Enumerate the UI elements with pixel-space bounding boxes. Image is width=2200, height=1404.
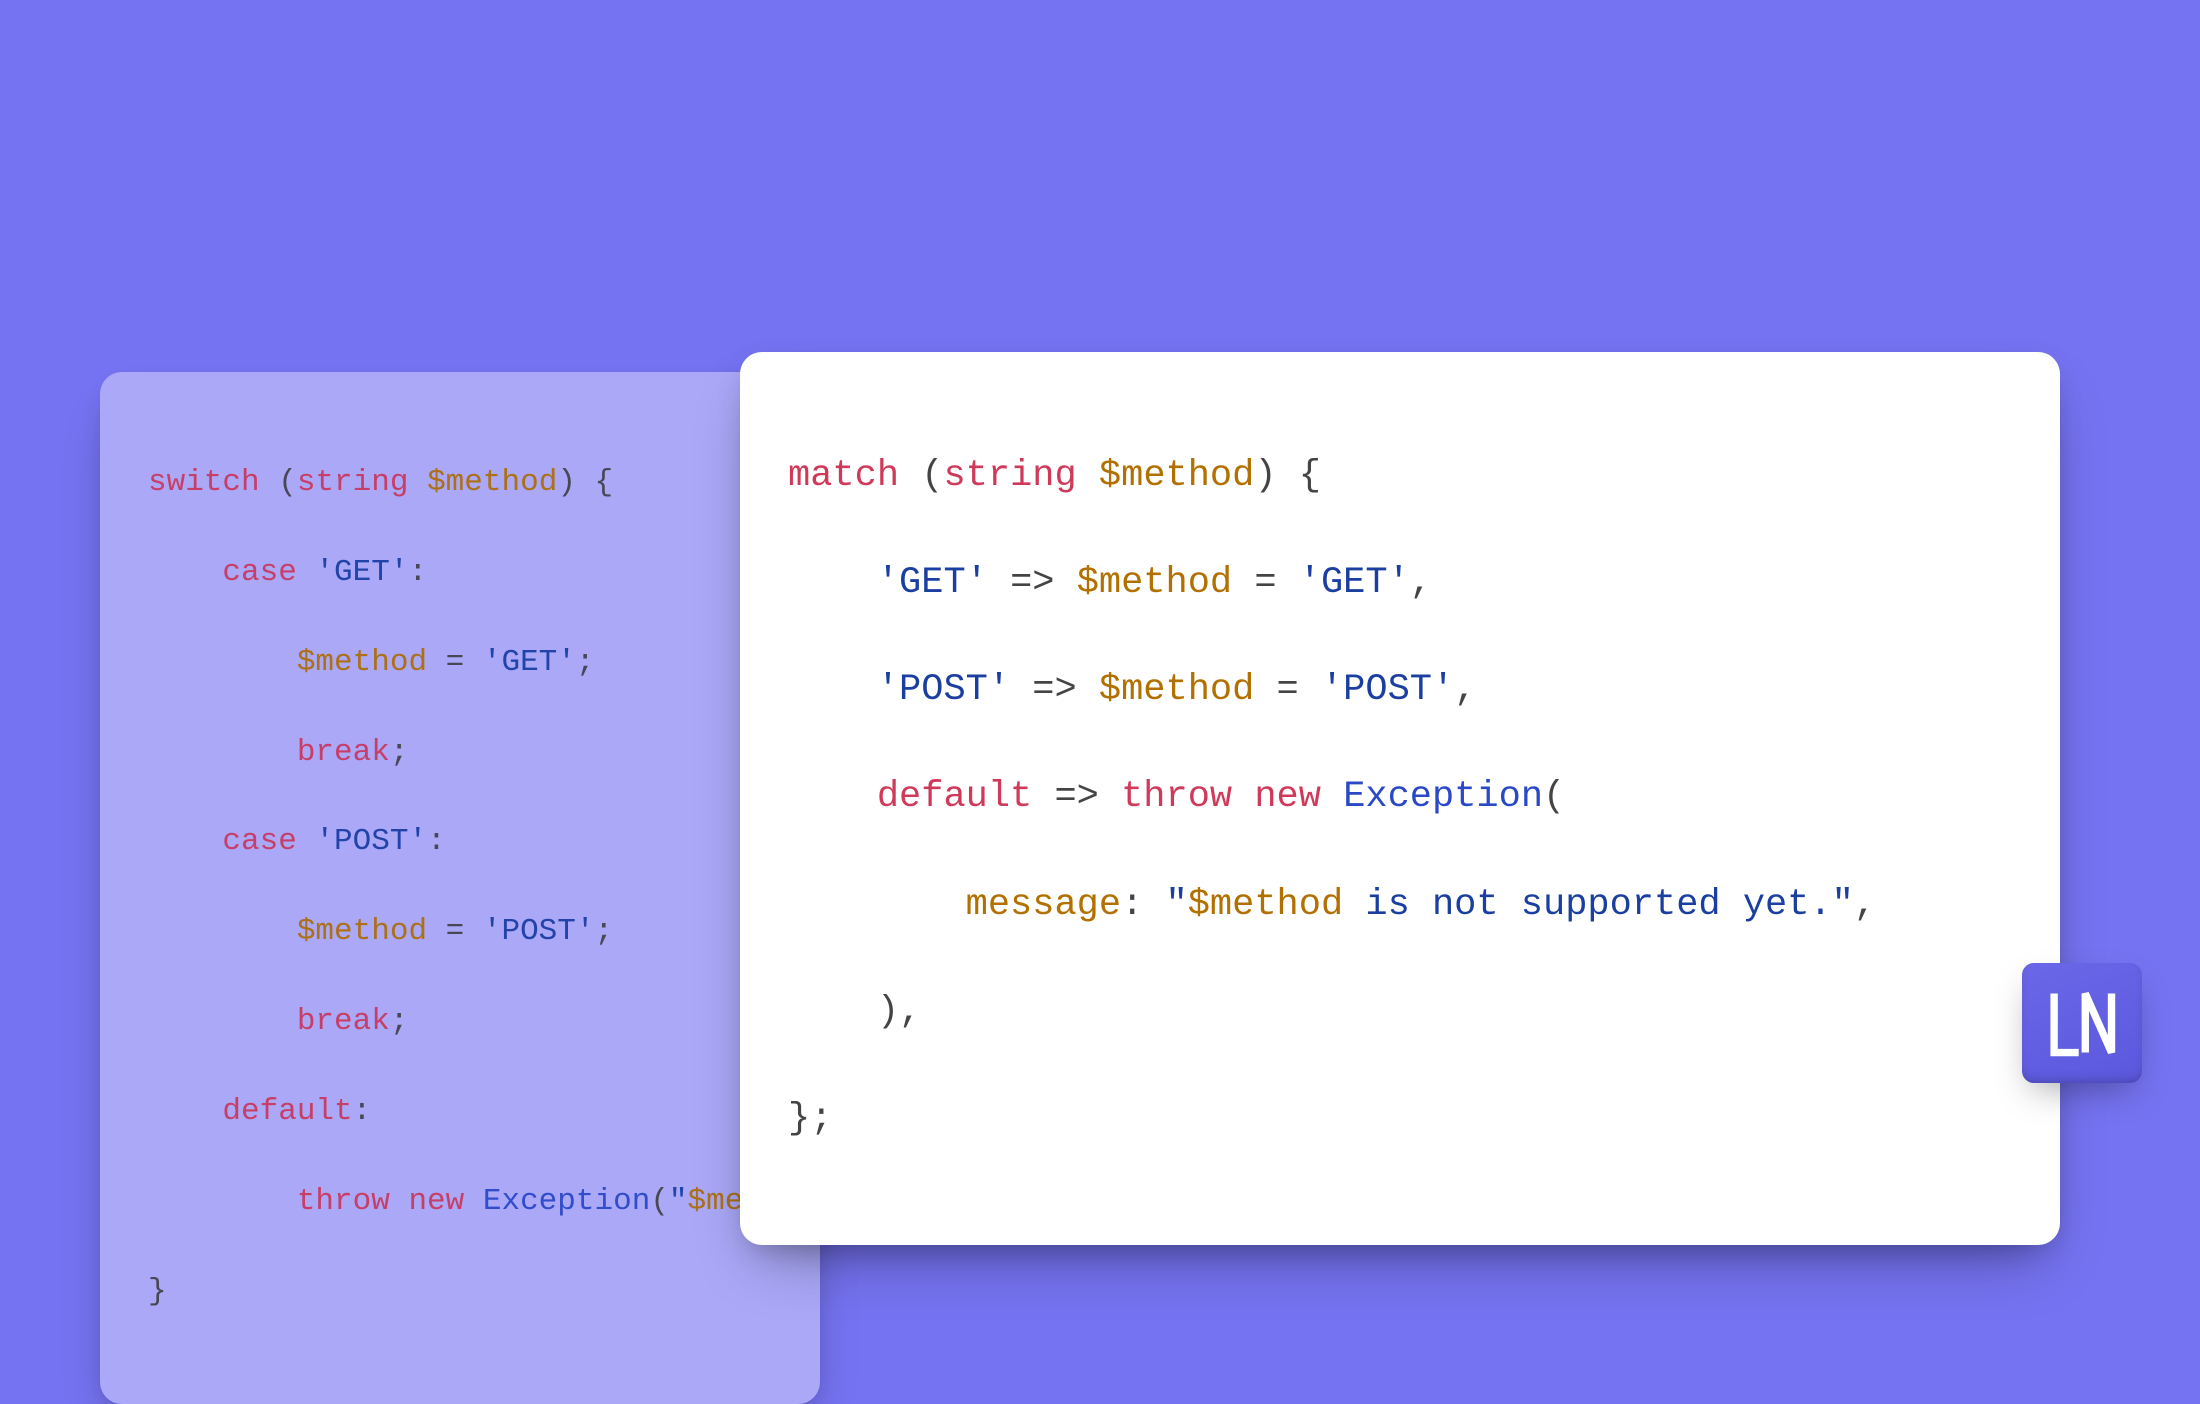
paren-open: (: [899, 455, 943, 497]
keyword-case: case: [222, 555, 296, 590]
code-line: switch (string $method) {: [148, 461, 772, 506]
variable-method: $method: [1099, 455, 1254, 497]
code-line: throw new Exception("$met: [148, 1180, 772, 1225]
variable-method-interp: $method: [1188, 884, 1343, 926]
string-get: 'GET': [1299, 562, 1410, 604]
keyword-throw: throw: [297, 1184, 390, 1219]
code-line: default:: [148, 1090, 772, 1135]
arrow-op: =>: [988, 562, 1077, 604]
keyword-new: new: [408, 1184, 464, 1219]
variable-method: $method: [427, 465, 557, 500]
code-line: message: "$method is not supported yet."…: [788, 879, 2012, 933]
keyword-new: new: [1254, 776, 1321, 818]
string-message-tail: is not supported yet.: [1343, 884, 1831, 926]
code-card-match: match (string $method) { 'GET' => $metho…: [740, 352, 2060, 1245]
string-get: 'GET': [483, 645, 576, 680]
code-line: 'POST' => $method = 'POST',: [788, 664, 2012, 718]
code-line: 'GET' => $method = 'GET',: [788, 557, 2012, 611]
string-get: 'GET': [877, 562, 988, 604]
keyword-case: case: [222, 824, 296, 859]
code-line: }: [148, 1270, 772, 1315]
keyword-switch: switch: [148, 465, 260, 500]
ln-logo-badge: [2022, 963, 2142, 1083]
keyword-string-cast: string: [297, 465, 409, 500]
string-get: 'GET': [315, 555, 408, 590]
code-line: break;: [148, 731, 772, 776]
keyword-match: match: [788, 455, 899, 497]
class-exception: Exception: [483, 1184, 650, 1219]
code-line: case 'POST':: [148, 820, 772, 865]
variable-method: $method: [1099, 669, 1254, 711]
keyword-default: default: [877, 776, 1032, 818]
arrow-op: =>: [1010, 669, 1099, 711]
code-line: $method = 'POST';: [148, 910, 772, 955]
code-card-switch: switch (string $method) { case 'GET': $m…: [100, 372, 820, 1404]
code-line: match (string $method) {: [788, 450, 2012, 504]
code-line: $method = 'GET';: [148, 641, 772, 686]
brace-close-semi: };: [788, 1098, 832, 1140]
code-line: break;: [148, 1000, 772, 1045]
code-line: };: [788, 1093, 2012, 1147]
code-line: ),: [788, 986, 2012, 1040]
class-exception: Exception: [1343, 776, 1543, 818]
keyword-break: break: [297, 1004, 390, 1039]
code-line: default => throw new Exception(: [788, 771, 2012, 825]
code-line: case 'GET':: [148, 551, 772, 596]
paren-close-brace: ) {: [557, 465, 613, 500]
brace-close: }: [148, 1274, 167, 1309]
string-post: 'POST': [315, 824, 427, 859]
arrow-op: =>: [1032, 776, 1121, 818]
paren-close-comma: ),: [877, 991, 921, 1033]
named-arg-message: message: [966, 884, 1121, 926]
ln-logo-icon: [2041, 982, 2123, 1064]
variable-method: $method: [297, 645, 427, 680]
keyword-throw: throw: [1121, 776, 1232, 818]
variable-method: $method: [297, 914, 427, 949]
string-post: 'POST': [1321, 669, 1454, 711]
string-post: 'POST': [483, 914, 595, 949]
keyword-default: default: [222, 1094, 352, 1129]
variable-method: $method: [1077, 562, 1232, 604]
paren-open: (: [260, 465, 297, 500]
keyword-break: break: [297, 735, 390, 770]
keyword-string-cast: string: [943, 455, 1076, 497]
string-post: 'POST': [877, 669, 1010, 711]
paren-close-brace: ) {: [1254, 455, 1321, 497]
